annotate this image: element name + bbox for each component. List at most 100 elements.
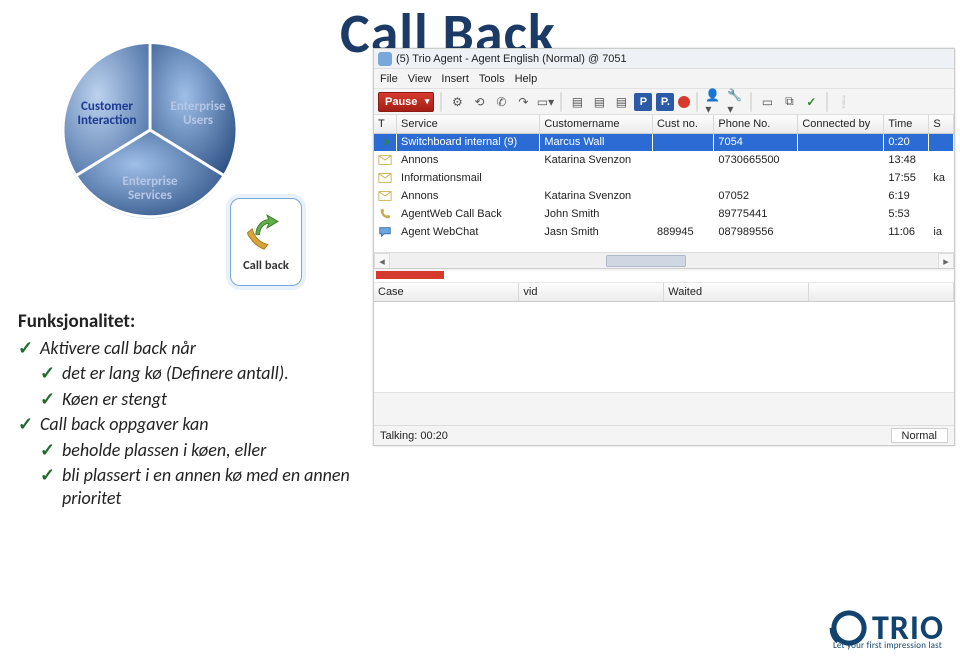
trio-agent-window: (5) Trio Agent - Agent English (Normal) … bbox=[373, 48, 955, 446]
pie-label-customer-interaction: CustomerInteraction bbox=[67, 100, 147, 129]
cell-phoneno: 07052 bbox=[714, 187, 798, 205]
toolbar-icon[interactable]: ▭ bbox=[758, 93, 776, 111]
list-item: Aktivere call back når bbox=[18, 337, 378, 360]
col-phoneno[interactable]: Phone No. bbox=[714, 115, 798, 133]
col-connectedby[interactable]: Connected by bbox=[798, 115, 884, 133]
toolbar-separator bbox=[826, 92, 828, 112]
scroll-right-arrow[interactable]: ▸ bbox=[938, 253, 954, 269]
detail-col-case[interactable]: Case bbox=[374, 283, 519, 301]
table-row[interactable]: AgentWeb Call BackJohn Smith897754415:53 bbox=[374, 205, 954, 223]
row-type-icon bbox=[374, 151, 397, 169]
toolbar-icon[interactable]: ▤ bbox=[590, 93, 608, 111]
menu-insert[interactable]: Insert bbox=[441, 73, 469, 85]
cell-service: Switchboard internal (9) bbox=[397, 133, 540, 151]
menu-tools[interactable]: Tools bbox=[479, 73, 505, 85]
cell-connectedby bbox=[798, 223, 884, 241]
card-icon[interactable]: ▭▾ bbox=[536, 93, 554, 111]
cell-service: Agent WebChat bbox=[397, 223, 540, 241]
cell-connectedby bbox=[798, 187, 884, 205]
row-type-icon bbox=[374, 205, 397, 223]
cell-custno bbox=[652, 169, 713, 187]
toolbar-icon[interactable]: ▤ bbox=[612, 93, 630, 111]
table-row[interactable]: Agent WebChatJasn Smith88994508798955611… bbox=[374, 223, 954, 241]
list-item: Call back oppgaver kan bbox=[18, 413, 378, 436]
status-talking: Talking: 00:20 bbox=[380, 430, 448, 442]
cell-connectedby bbox=[798, 133, 884, 151]
app-icon bbox=[378, 52, 392, 66]
menu-help[interactable]: Help bbox=[515, 73, 538, 85]
horizontal-scrollbar[interactable]: ◂ ▸ bbox=[374, 252, 954, 268]
cell-service: Annons bbox=[397, 187, 540, 205]
table-header-row: T Service Customername Cust no. Phone No… bbox=[374, 115, 954, 133]
col-s[interactable]: S bbox=[929, 115, 954, 133]
copy-icon[interactable]: ⧉ bbox=[780, 93, 798, 111]
tool-icon[interactable]: 🔧▾ bbox=[726, 93, 744, 111]
trio-logo-tagline: Let your first impression last bbox=[833, 640, 942, 651]
detail-col-waited[interactable]: Waited bbox=[664, 283, 809, 301]
scroll-left-arrow[interactable]: ◂ bbox=[374, 253, 390, 269]
cell-connectedby bbox=[798, 205, 884, 223]
cell-s bbox=[929, 205, 954, 223]
col-custno[interactable]: Cust no. bbox=[652, 115, 713, 133]
toolbar-icon[interactable]: ⟲ bbox=[470, 93, 488, 111]
cell-customername bbox=[540, 169, 653, 187]
cell-customername: John Smith bbox=[540, 205, 653, 223]
row-type-icon bbox=[374, 169, 397, 187]
toolbar-separator bbox=[440, 92, 442, 112]
cell-customername: Marcus Wall bbox=[540, 133, 653, 151]
cell-customername: Jasn Smith bbox=[540, 223, 653, 241]
talk-progress-bar bbox=[376, 271, 444, 279]
status-mode: Normal bbox=[891, 428, 948, 443]
cell-time: 6:19 bbox=[884, 187, 929, 205]
cell-phoneno: 087989556 bbox=[714, 223, 798, 241]
cell-service: Informationsmail bbox=[397, 169, 540, 187]
record-icon[interactable] bbox=[678, 96, 690, 108]
status-bar: Talking: 00:20 Normal bbox=[374, 425, 954, 445]
table-row[interactable]: Switchboard internal (9)Marcus Wall70540… bbox=[374, 133, 954, 151]
menu-file[interactable]: File bbox=[380, 73, 398, 85]
feature-heading: Funksjonalitet: bbox=[18, 310, 378, 333]
user-icon[interactable]: 👤▾ bbox=[704, 93, 722, 111]
scroll-thumb[interactable] bbox=[606, 255, 686, 267]
cell-custno: 889945 bbox=[652, 223, 713, 241]
detail-col-vid[interactable]: vid bbox=[519, 283, 664, 301]
callback-box-label: Call back bbox=[231, 258, 301, 273]
list-item: bli plassert i en annen kø med en annen … bbox=[40, 464, 378, 511]
callback-feature-box: Call back bbox=[230, 198, 302, 286]
menu-view[interactable]: View bbox=[408, 73, 432, 85]
park2-icon[interactable]: P. bbox=[656, 93, 674, 111]
cell-phoneno: 89775441 bbox=[714, 205, 798, 223]
window-title: (5) Trio Agent - Agent English (Normal) … bbox=[396, 53, 627, 65]
cell-custno bbox=[652, 133, 713, 151]
col-time[interactable]: Time bbox=[884, 115, 929, 133]
toolbar-icon[interactable]: ▤ bbox=[568, 93, 586, 111]
park-icon[interactable]: P bbox=[634, 93, 652, 111]
row-type-icon bbox=[374, 223, 397, 241]
cell-s: ka bbox=[929, 169, 954, 187]
table-row[interactable]: AnnonsKatarina Svenzon 07052 6:19 bbox=[374, 187, 954, 205]
cell-service: AgentWeb Call Back bbox=[397, 205, 540, 223]
pause-button[interactable]: Pause bbox=[378, 92, 434, 112]
table-row[interactable]: Informationsmail17:55ka bbox=[374, 169, 954, 187]
pie-chart: CustomerInteraction EnterpriseUsers Ente… bbox=[55, 35, 245, 225]
detail-panel: Case vid Waited bbox=[374, 283, 954, 393]
cell-customername: Katarina Svenzon bbox=[540, 187, 653, 205]
col-type[interactable]: T bbox=[374, 115, 397, 133]
info-icon[interactable]: ❕ bbox=[834, 93, 852, 111]
col-customername[interactable]: Customername bbox=[540, 115, 653, 133]
cell-service: Annons bbox=[397, 151, 540, 169]
cell-time: 13:48 bbox=[884, 151, 929, 169]
list-item: det er lang kø (Definere antall). bbox=[40, 362, 378, 385]
toolbar-icon[interactable]: ⚙ bbox=[448, 93, 466, 111]
callback-phone-icon bbox=[243, 205, 289, 251]
phone-icon[interactable]: ✆ bbox=[492, 93, 510, 111]
cell-phoneno bbox=[714, 169, 798, 187]
table-row[interactable]: AnnonsKatarina Svenzon073066550013:48 bbox=[374, 151, 954, 169]
window-titlebar[interactable]: (5) Trio Agent - Agent English (Normal) … bbox=[374, 49, 954, 69]
hangup-icon[interactable]: ↷ bbox=[514, 93, 532, 111]
check-icon[interactable]: ✓ bbox=[802, 93, 820, 111]
list-item: Køen er stengt bbox=[40, 388, 378, 411]
cell-connectedby bbox=[798, 151, 884, 169]
feature-text: Funksjonalitet: Aktivere call back når d… bbox=[18, 310, 378, 513]
col-service[interactable]: Service bbox=[397, 115, 540, 133]
